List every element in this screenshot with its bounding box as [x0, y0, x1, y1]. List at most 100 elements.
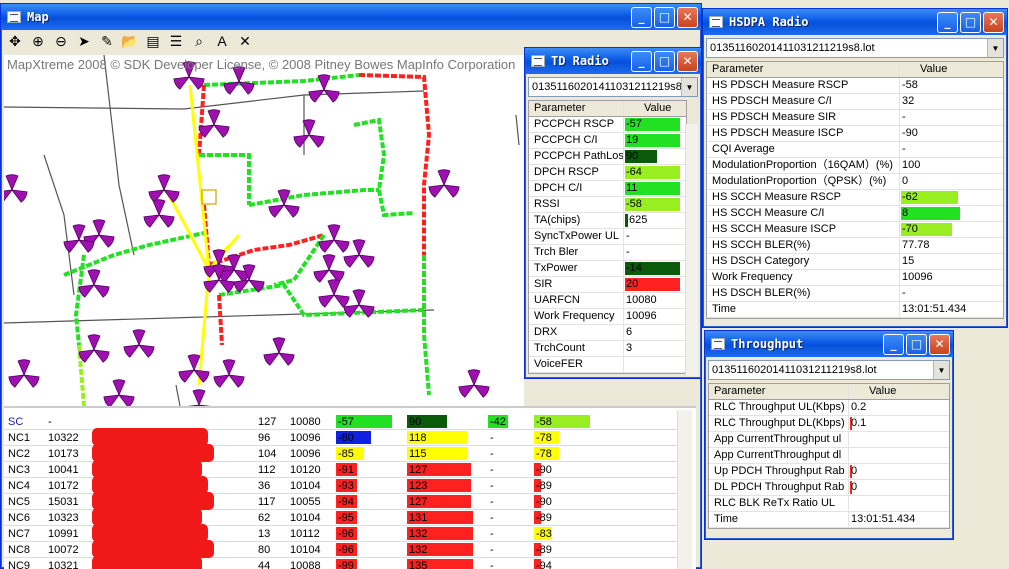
cell-site-icon[interactable] [233, 264, 265, 293]
pan-icon[interactable]: ✥ [5, 33, 25, 50]
table-row[interactable]: Work Frequency 10096 [707, 270, 1003, 286]
table-row[interactable]: VoiceFER [529, 357, 686, 373]
cell-site-icon[interactable] [148, 174, 180, 203]
close-button[interactable]: ✕ [983, 11, 1004, 33]
cell-site-icon[interactable] [143, 199, 175, 228]
close-button[interactable]: ✕ [929, 333, 950, 355]
maximize-button[interactable]: □ [960, 11, 981, 33]
table-row[interactable]: Time 13:01:51.434 [707, 302, 1003, 318]
td-radio-scrollbar[interactable] [685, 124, 698, 376]
cell-site-icon[interactable] [123, 329, 155, 358]
table-row[interactable]: ModulationProportion（QPSK）(%) 0 [707, 174, 1003, 190]
table-row[interactable]: RLC Throughput UL(Kbps) 0.2 [709, 400, 949, 416]
table-row[interactable]: NC9 10321 44 10088 -99 135- -94 [4, 556, 679, 569]
table-row[interactable]: Trch Bler - [529, 245, 686, 261]
chevron-down-icon[interactable]: ▼ [681, 78, 697, 96]
chevron-down-icon[interactable]: ▼ [933, 361, 949, 379]
close-button[interactable]: ✕ [677, 50, 698, 72]
table-row[interactable]: SIR 20 [529, 277, 686, 293]
table-row[interactable]: Up PDCH Throughput Rab 0 [709, 464, 949, 480]
table-row[interactable]: HS SCCH Measure C/I 8 [707, 206, 1003, 222]
table-row[interactable]: Time 13:01:51.434 [709, 512, 949, 528]
hsdpa-titlebar[interactable]: HSDPA Radio _ □ ✕ [703, 9, 1007, 35]
legend-icon[interactable]: ☰ [166, 33, 186, 50]
cell-site-icon[interactable] [313, 254, 345, 283]
td-radio-titlebar[interactable]: TD Radio _ □ ✕ [525, 48, 701, 74]
table-row[interactable]: HS PDSCH Measure ISCP -90 [707, 126, 1003, 142]
zoom-out-icon[interactable]: ⊖ [51, 33, 71, 50]
pointer-icon[interactable]: ➤ [74, 33, 94, 50]
table-row[interactable]: HS DSCH Category 15 [707, 254, 1003, 270]
table-row[interactable]: DPCH C/I 11 [529, 181, 686, 197]
table-row[interactable]: HS SCCH BLER(%) 77.78 [707, 238, 1003, 254]
cell-site-icon[interactable] [183, 389, 215, 406]
header-value[interactable]: Value [900, 62, 1003, 77]
cell-site-icon[interactable] [458, 369, 490, 398]
table-row[interactable]: RLC BLK ReTx Ratio UL [709, 496, 949, 512]
chevron-down-icon[interactable]: ▼ [987, 39, 1003, 57]
cell-site-icon[interactable] [4, 174, 28, 203]
header-parameter[interactable]: Parameter [529, 101, 624, 116]
table-row[interactable]: ModulationProportion（16QAM）(%) 100 [707, 158, 1003, 174]
minimize-button[interactable]: _ [631, 50, 652, 72]
table-row[interactable]: SyncTxPower UL - [529, 229, 686, 245]
minimize-button[interactable]: _ [883, 333, 904, 355]
find-icon[interactable]: ⌕ [189, 33, 209, 50]
close-button[interactable]: ✕ [677, 6, 698, 28]
table-row[interactable]: PCCPCH C/I 19 [529, 133, 686, 149]
text-icon[interactable]: A [212, 33, 232, 49]
layers-icon[interactable]: ▤ [143, 33, 163, 50]
cell-site-icon[interactable] [78, 334, 110, 363]
td-radio-file-select[interactable]: 01351160201411031211219s8.lot ▼ [528, 77, 698, 97]
map-canvas[interactable]: MapXtreme 2008 © SDK Developer License, … [4, 55, 524, 406]
table-row[interactable]: PCCPCH RSCP -57 [529, 117, 686, 133]
table-row[interactable]: App CurrentThroughput ul [709, 432, 949, 448]
map-titlebar[interactable]: Map _ □ ✕ [1, 4, 701, 30]
table-row[interactable]: HS SCCH Measure ISCP -70 [707, 222, 1003, 238]
table-row[interactable]: DPCH RSCP -64 [529, 165, 686, 181]
table-row[interactable]: HS PDSCH Measure SIR - [707, 110, 1003, 126]
table-row[interactable]: Work Frequency 10096 [529, 309, 686, 325]
table-row[interactable]: DL PDCH Throughput Rab 0 [709, 480, 949, 496]
cell-site-icon[interactable] [213, 359, 245, 388]
table-row[interactable]: App CurrentThroughput dl [709, 448, 949, 464]
header-value[interactable]: Value [624, 101, 686, 116]
header-value[interactable]: Value [849, 384, 949, 399]
cell-site-icon[interactable] [428, 169, 460, 198]
table-row[interactable]: UARFCN 10080 [529, 293, 686, 309]
table-row[interactable]: PCCPCH PathLoss 90 [529, 149, 686, 165]
grid-scrollbar[interactable] [677, 410, 692, 569]
maximize-button[interactable]: □ [654, 50, 675, 72]
header-parameter[interactable]: Parameter [709, 384, 849, 399]
cell-site-icon[interactable] [8, 359, 40, 388]
cell-site-icon[interactable] [178, 354, 210, 383]
open-folder-icon[interactable]: 📂 [120, 33, 140, 50]
zoom-in-icon[interactable]: ⊕ [28, 33, 48, 50]
minimize-button[interactable]: _ [631, 6, 652, 28]
clear-icon[interactable]: ✕ [235, 33, 255, 50]
table-row[interactable]: TrchCount 3 [529, 341, 686, 357]
table-row[interactable]: CQI Average - [707, 142, 1003, 158]
table-row[interactable]: RSSI -58 [529, 197, 686, 213]
table-row[interactable]: TxPower -14 [529, 261, 686, 277]
table-row[interactable]: HS PDSCH Measure C/I 32 [707, 94, 1003, 110]
minimize-button[interactable]: _ [937, 11, 958, 33]
throughput-titlebar[interactable]: Throughput _ □ ✕ [705, 331, 953, 357]
hsdpa-file-select[interactable]: 01351160201411031211219s8.lot ▼ [706, 38, 1004, 58]
table-row[interactable]: DRX 6 [529, 325, 686, 341]
table-row[interactable]: TA(chips) .625 [529, 213, 686, 229]
maximize-button[interactable]: □ [654, 6, 675, 28]
cell-site-icon[interactable] [103, 379, 135, 406]
table-row[interactable]: HS SCCH Measure RSCP -62 [707, 190, 1003, 206]
cell-site-icon[interactable] [318, 279, 350, 308]
table-row[interactable]: RLC Throughput DL(Kbps) 0.1 [709, 416, 949, 432]
cell-site-icon[interactable] [268, 189, 300, 218]
cell-site-icon[interactable] [293, 119, 325, 148]
cell-site-icon[interactable] [263, 337, 295, 366]
header-parameter[interactable]: Parameter [707, 62, 900, 77]
table-row[interactable]: HS DSCH BLER(%) - [707, 286, 1003, 302]
ruler-icon[interactable]: ✎ [97, 33, 117, 50]
throughput-file-select[interactable]: 01351160201411031211219s8.lot ▼ [708, 360, 950, 380]
table-row[interactable]: HS PDSCH Measure RSCP -58 [707, 78, 1003, 94]
maximize-button[interactable]: □ [906, 333, 927, 355]
